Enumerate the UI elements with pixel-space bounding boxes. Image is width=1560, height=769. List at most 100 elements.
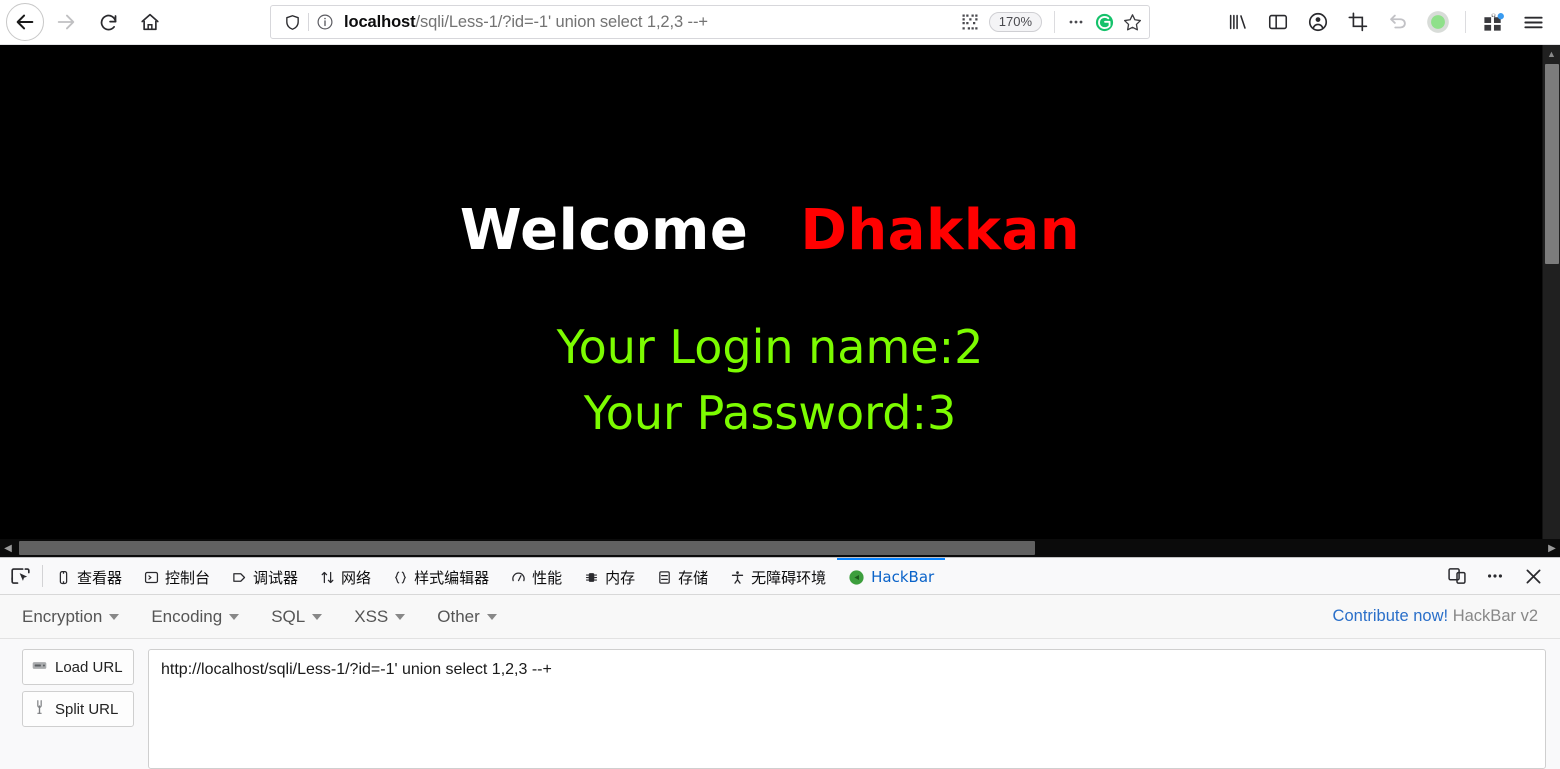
urlbar-separator bbox=[1054, 11, 1055, 33]
account-icon[interactable] bbox=[1299, 3, 1337, 41]
dhakkan-text: Dhakkan bbox=[800, 198, 1081, 263]
devtools-tabbar-separator bbox=[42, 565, 43, 587]
devtools-tab-label: 存储 bbox=[678, 568, 709, 587]
hackbar-menu-label: XSS bbox=[354, 606, 389, 626]
green-circle-icon[interactable] bbox=[1419, 3, 1457, 41]
hackbar-menu-encryption[interactable]: Encryption bbox=[22, 606, 120, 627]
responsive-design-mode-icon[interactable] bbox=[1440, 559, 1474, 593]
hackbar-button-column: Load URL Split URL bbox=[22, 649, 134, 769]
chevron-down-icon bbox=[486, 613, 497, 620]
url-host: localhost bbox=[344, 12, 416, 31]
star-icon[interactable] bbox=[1119, 9, 1145, 35]
url-text[interactable]: localhost/sqli/Less-1/?id=-1' union sele… bbox=[338, 13, 957, 32]
scroll-right-arrow-icon[interactable]: ▶ bbox=[1544, 539, 1560, 557]
contribute-link[interactable]: Contribute now! bbox=[1333, 607, 1449, 625]
hackbar-menu-encoding[interactable]: Encoding bbox=[151, 607, 240, 627]
zoom-level-badge[interactable]: 170% bbox=[988, 12, 1042, 32]
grammarly-g-icon[interactable] bbox=[1091, 9, 1117, 35]
console-icon bbox=[144, 570, 159, 585]
load-url-label: Load URL bbox=[55, 658, 123, 676]
password-line: Your Password:3 bbox=[583, 386, 957, 441]
scroll-up-arrow-icon[interactable]: ▲ bbox=[1543, 45, 1560, 62]
devtools-tab-console[interactable]: 控制台 bbox=[133, 558, 221, 594]
urlbar-divider bbox=[308, 13, 309, 31]
home-icon bbox=[141, 13, 159, 31]
login-name-line: Your Login name:2 bbox=[556, 319, 984, 374]
reload-button[interactable] bbox=[88, 2, 128, 42]
forward-arrow-icon bbox=[57, 14, 75, 30]
forward-button[interactable] bbox=[46, 2, 86, 42]
chevron-down-icon bbox=[312, 613, 323, 620]
urlbar-actions: 170% bbox=[957, 9, 1145, 35]
devtools-toolbar-actions bbox=[1440, 558, 1560, 594]
query-result-block: Your Login name:2 Your Password:3 bbox=[0, 314, 1540, 447]
devtools-tab-storage[interactable]: 存储 bbox=[646, 558, 719, 594]
split-url-label: Split URL bbox=[55, 700, 119, 718]
scroll-left-arrow-icon[interactable]: ◀ bbox=[0, 539, 16, 557]
inspector-icon bbox=[56, 570, 71, 585]
hamburger-menu-icon[interactable] bbox=[1514, 3, 1552, 41]
devtools-tab-debugger[interactable]: 调试器 bbox=[221, 558, 309, 594]
devtools-tab-label: 控制台 bbox=[165, 568, 211, 587]
navigation-buttons bbox=[0, 2, 170, 42]
sqli-labs-result-page: Welcome Dhakkan Your Login name:2 Your Pa… bbox=[0, 45, 1540, 535]
hackbar-menu-label: SQL bbox=[271, 606, 306, 626]
devtools-tab-label: 性能 bbox=[532, 568, 563, 587]
hackbar-contribute-area: Contribute now! HackBar v2 bbox=[1333, 607, 1538, 626]
split-url-button[interactable]: Split URL bbox=[22, 691, 134, 727]
element-picker-icon[interactable] bbox=[0, 558, 40, 594]
devtools-tab-memory[interactable]: 内存 bbox=[573, 558, 646, 594]
devtools-tab-style-editor[interactable]: 样式编辑器 bbox=[382, 558, 500, 594]
hackbar-menubar: Encryption Encoding SQL XSS Other Contri… bbox=[0, 595, 1560, 639]
page-viewport: Welcome Dhakkan Your Login name:2 Your Pa… bbox=[0, 45, 1560, 557]
server-load-icon bbox=[31, 658, 48, 677]
devtools-tabbar: 查看器 控制台 调试器 网络 样式编辑器 性能 内存 存储 无障碍环境 Hack… bbox=[0, 558, 1560, 595]
devtools-more-icon[interactable] bbox=[1478, 559, 1512, 593]
devtools-tab-label: 网络 bbox=[341, 568, 372, 587]
hackbar-menu-label: Encryption bbox=[22, 606, 103, 626]
library-icon[interactable] bbox=[1219, 3, 1257, 41]
hackbar-menu-other[interactable]: Other bbox=[437, 607, 497, 627]
split-fork-icon bbox=[31, 699, 48, 719]
devtools-tab-inspector[interactable]: 查看器 bbox=[45, 558, 133, 594]
hackbar-url-textarea[interactable] bbox=[148, 649, 1546, 769]
developer-tools-panel: 查看器 控制台 调试器 网络 样式编辑器 性能 内存 存储 无障碍环境 Hack… bbox=[0, 557, 1560, 769]
performance-icon bbox=[511, 570, 526, 585]
devtools-tab-label: 样式编辑器 bbox=[414, 568, 490, 587]
qr-code-icon[interactable] bbox=[957, 9, 983, 35]
extensions-gift-icon[interactable] bbox=[1474, 3, 1512, 41]
devtools-tab-label: 内存 bbox=[605, 568, 636, 587]
undo-icon[interactable] bbox=[1379, 3, 1417, 41]
devtools-tab-performance[interactable]: 性能 bbox=[500, 558, 573, 594]
page-vertical-scrollbar[interactable]: ▲ ▼ bbox=[1542, 45, 1560, 557]
hackbar-version-label: HackBar v2 bbox=[1452, 607, 1538, 625]
hackbar-body: Load URL Split URL bbox=[0, 639, 1560, 769]
chevron-down-icon bbox=[395, 613, 406, 620]
load-url-button[interactable]: Load URL bbox=[22, 649, 134, 685]
chevron-down-icon bbox=[229, 613, 240, 620]
debugger-icon bbox=[232, 570, 247, 585]
memory-icon bbox=[584, 570, 599, 585]
style-editor-icon bbox=[393, 570, 408, 585]
info-circle-icon[interactable] bbox=[312, 9, 338, 35]
hackbar-menu-sql[interactable]: SQL bbox=[271, 606, 323, 627]
page-horizontal-scrollbar[interactable]: ◀ ▶ bbox=[0, 539, 1560, 557]
back-button[interactable] bbox=[6, 3, 44, 41]
devtools-tab-accessibility[interactable]: 无障碍环境 bbox=[719, 558, 837, 594]
browser-toolbar-icons bbox=[1219, 3, 1560, 41]
close-devtools-icon[interactable] bbox=[1516, 559, 1550, 593]
vertical-scrollbar-thumb[interactable] bbox=[1545, 64, 1559, 264]
shield-icon[interactable] bbox=[279, 9, 305, 35]
screenshot-crop-icon[interactable] bbox=[1339, 3, 1377, 41]
devtools-tab-network[interactable]: 网络 bbox=[309, 558, 382, 594]
ellipsis-icon[interactable] bbox=[1063, 9, 1089, 35]
sidebar-icon[interactable] bbox=[1259, 3, 1297, 41]
home-button[interactable] bbox=[130, 2, 170, 42]
url-bar[interactable]: localhost/sqli/Less-1/?id=-1' union sele… bbox=[270, 5, 1150, 39]
toolbar-separator bbox=[1465, 11, 1466, 33]
back-arrow-icon bbox=[16, 14, 34, 30]
devtools-tab-hackbar[interactable]: HackBar bbox=[837, 558, 946, 594]
hackbar-menu-xss[interactable]: XSS bbox=[354, 606, 406, 627]
devtools-tab-label: 查看器 bbox=[77, 568, 123, 587]
horizontal-scrollbar-thumb[interactable] bbox=[19, 541, 1035, 555]
